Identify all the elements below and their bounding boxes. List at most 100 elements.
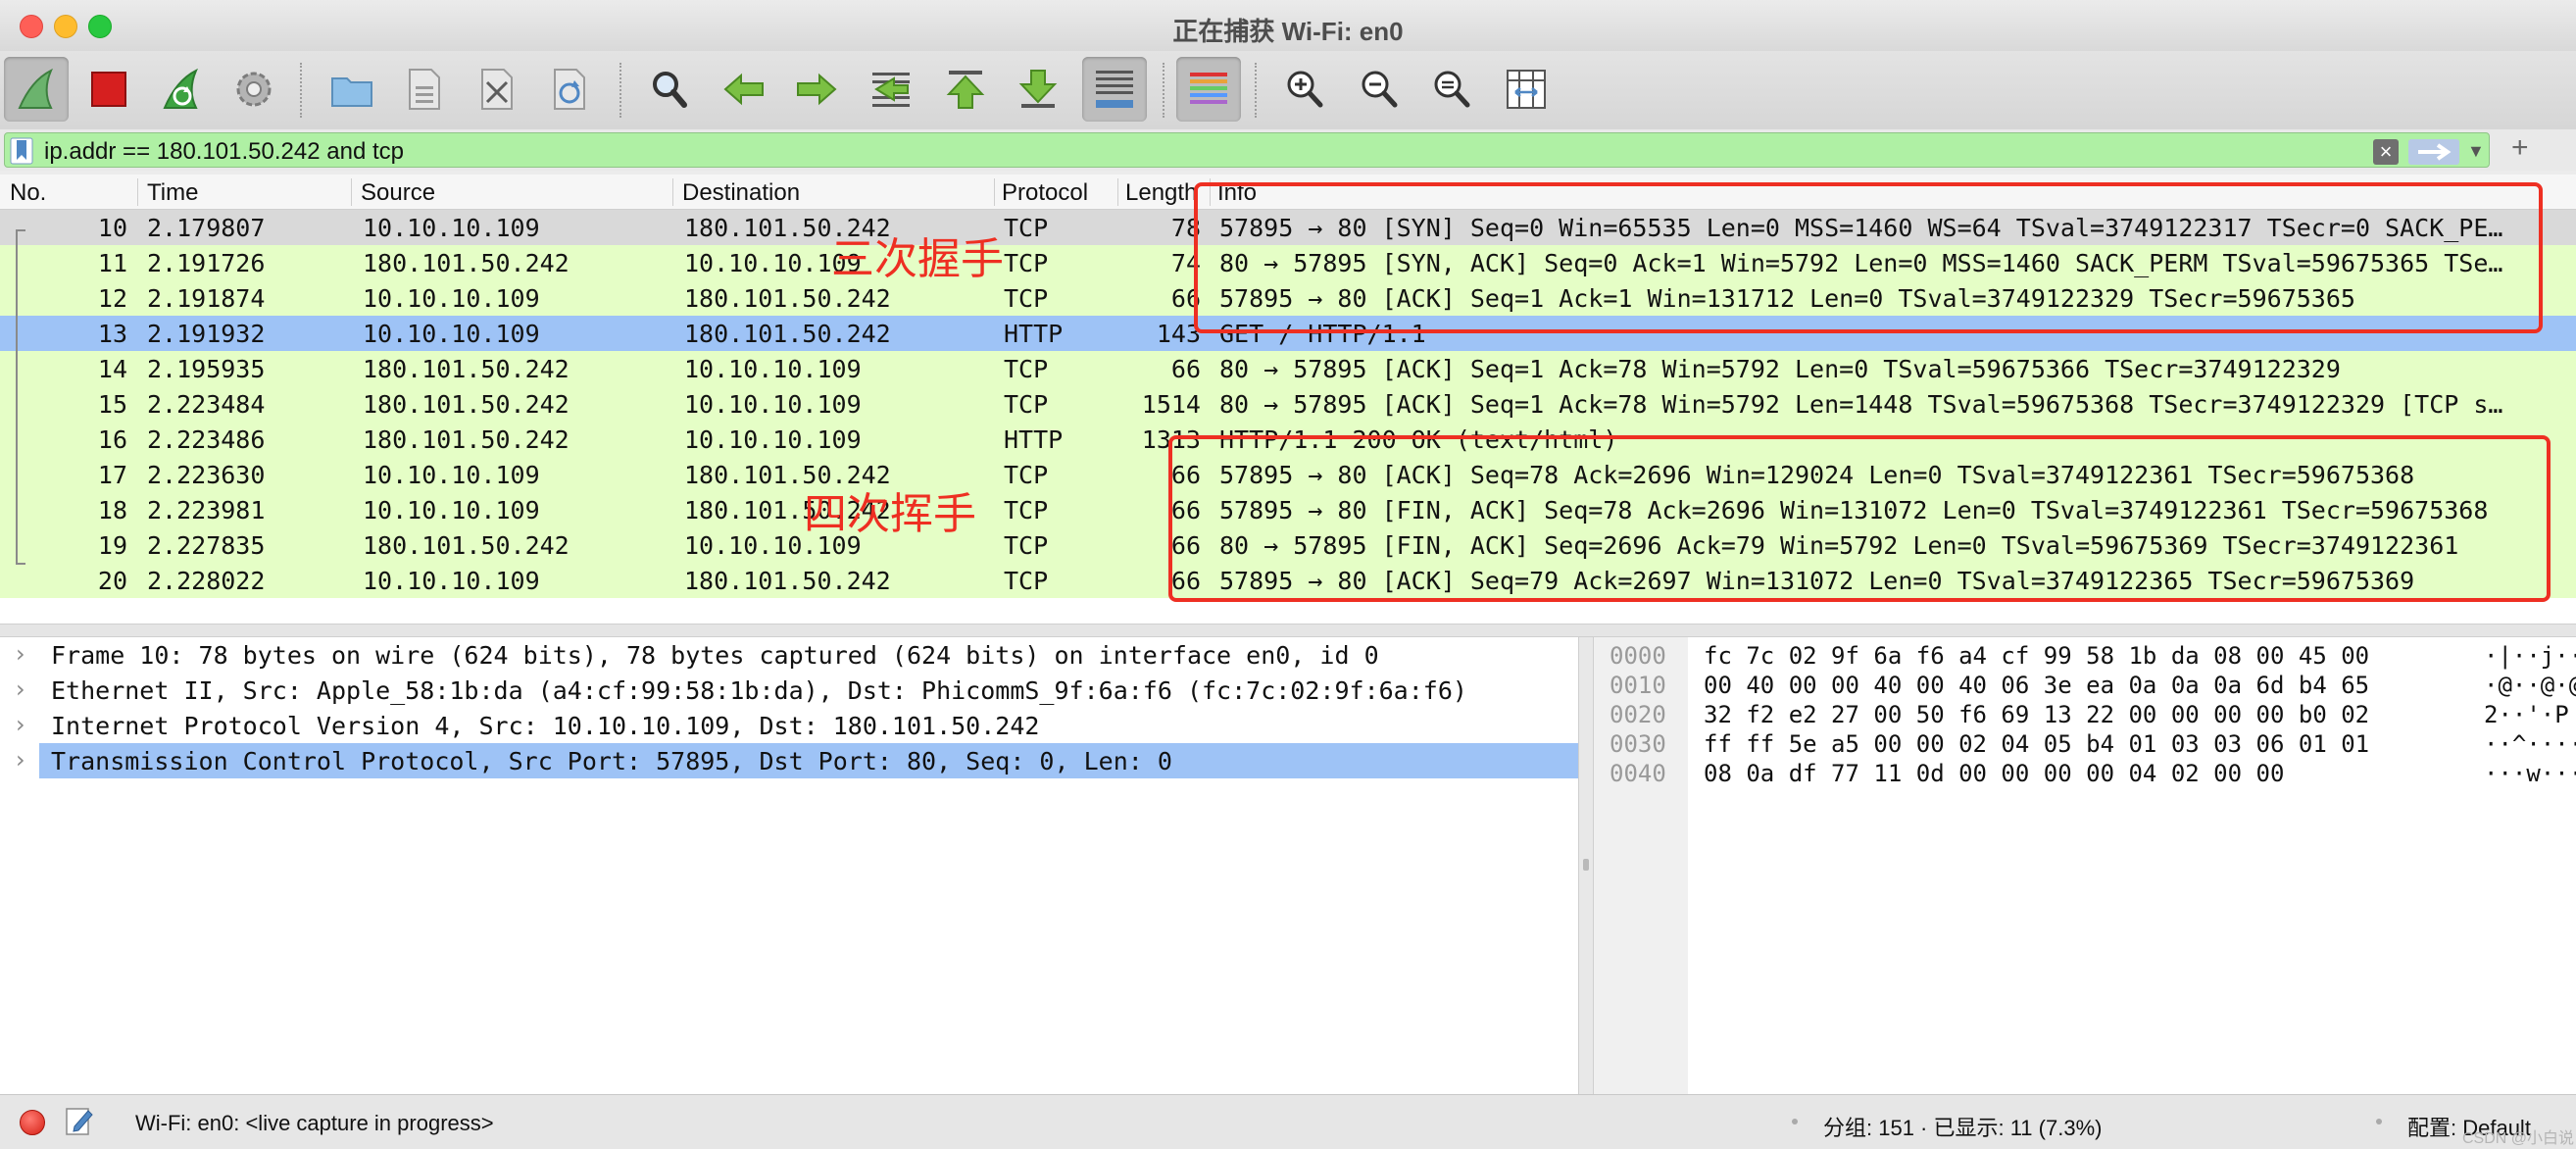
detail-text: Internet Protocol Version 4, Src: 10.10.… <box>51 712 1040 740</box>
hex-row[interactable]: 0030 ff ff 5e a5 00 00 02 04 05 b4 01 03 … <box>1594 729 2576 759</box>
normal-size-button[interactable] <box>1419 57 1484 122</box>
find-packet-button[interactable] <box>637 57 702 122</box>
cell-len: 1514 <box>1141 390 1201 419</box>
stop-capture-button[interactable] <box>76 57 141 122</box>
column-divider[interactable] <box>351 178 352 206</box>
pane-splitter[interactable] <box>0 624 2576 637</box>
detail-row-ethernet[interactable]: › Ethernet II, Src: Apple_58:1b:da (a4:c… <box>0 673 1578 708</box>
capture-status-icon[interactable] <box>20 1110 45 1135</box>
hex-off: 0000 <box>1610 642 1666 670</box>
splitter-handle[interactable] <box>1583 859 1589 871</box>
capture-options-icon <box>236 72 272 107</box>
hex-bytes: 08 0a df 77 11 0d 00 00 00 00 04 02 00 0… <box>1704 760 2285 787</box>
detail-row-tcp[interactable]: › Transmission Control Protocol, Src Por… <box>16 743 1578 778</box>
column-header-time[interactable]: Time <box>147 179 198 207</box>
window-title: 正在捕获 Wi-Fi: en0 <box>1172 17 1404 46</box>
teardown-highlight-box <box>1168 435 2551 602</box>
apply-filter-icon[interactable] <box>2408 139 2459 165</box>
colorize-button[interactable] <box>1176 57 1241 122</box>
cell-len: 143 <box>1156 320 1201 348</box>
packet-row[interactable]: 14 2.195935 180.101.50.242 10.10.10.109 TCP 6… <box>0 351 2576 386</box>
expand-arrow-icon[interactable]: › <box>16 675 25 703</box>
go-to-packet-icon <box>872 73 910 107</box>
zoom-in-button[interactable] <box>1272 57 1337 122</box>
column-divider[interactable] <box>1117 178 1118 206</box>
expand-arrow-icon[interactable]: › <box>16 746 25 774</box>
autoscroll-button[interactable] <box>1082 57 1147 122</box>
go-forward-button[interactable] <box>784 57 849 122</box>
last-packet-icon <box>1018 70 1058 108</box>
save-file-button[interactable] <box>392 57 457 122</box>
cell-len: 74 <box>1170 249 1201 277</box>
save-file-icon <box>409 69 440 110</box>
restart-capture-icon <box>163 68 198 109</box>
column-header-protocol[interactable]: Protocol <box>1002 179 1088 207</box>
column-header-length[interactable]: Length <box>1125 179 1204 207</box>
add-filter-button-icon[interactable]: + <box>2511 131 2529 165</box>
status-grip <box>1792 1119 1798 1124</box>
hex-ascii: ·@··@·@· <box>2484 672 2576 699</box>
handshake-highlight-box <box>1194 182 2543 333</box>
normal-size-icon <box>1434 71 1470 108</box>
go-to-packet-button[interactable] <box>859 57 923 122</box>
hex-off: 0010 <box>1610 672 1666 699</box>
go-back-button[interactable] <box>712 57 776 122</box>
cell-len: 66 <box>1170 531 1201 560</box>
zoom-in-icon <box>1287 71 1323 108</box>
detail-text: Frame 10: 78 bytes on wire (624 bits), 7… <box>51 641 1379 670</box>
hex-row[interactable]: 0040 08 0a df 77 11 0d 00 00 00 00 04 02 … <box>1594 759 2576 788</box>
zoom-out-button[interactable] <box>1347 57 1412 122</box>
cell-len: 1313 <box>1141 425 1201 454</box>
detail-row-frame[interactable]: › Frame 10: 78 bytes on wire (624 bits),… <box>0 637 1578 673</box>
close-file-button[interactable] <box>465 57 529 122</box>
reload-file-button[interactable] <box>537 57 602 122</box>
status-grip <box>2376 1119 2382 1124</box>
column-header-no[interactable]: No. <box>10 179 46 207</box>
column-divider[interactable] <box>672 178 673 206</box>
vertical-splitter[interactable] <box>1578 637 1594 1094</box>
toolbar-separator <box>619 63 621 118</box>
hex-row[interactable]: 0020 32 f2 e2 27 00 50 f6 69 13 22 00 00 … <box>1594 700 2576 729</box>
packet-row[interactable]: 15 2.223484 180.101.50.242 10.10.10.109 TCP 1… <box>0 386 2576 422</box>
go-back-icon <box>723 73 764 106</box>
column-header-source[interactable]: Source <box>361 179 435 207</box>
resize-columns-button[interactable] <box>1494 57 1559 122</box>
hex-bytes: fc 7c 02 9f 6a f6 a4 cf 99 58 1b da 08 0… <box>1704 642 2370 670</box>
bookmark-icon[interactable] <box>9 136 34 166</box>
filter-expression: ip.addr == 180.101.50.242 and tcp <box>44 138 404 165</box>
detail-row-ipv4[interactable]: › Internet Protocol Version 4, Src: 10.1… <box>0 708 1578 743</box>
column-header-destination[interactable]: Destination <box>682 179 800 207</box>
cell-len: 66 <box>1170 567 1201 595</box>
edit-comment-icon[interactable] <box>65 1105 94 1136</box>
hex-row[interactable]: 0000 fc 7c 02 9f 6a f6 a4 cf 99 58 1b da … <box>1594 641 2576 671</box>
packet-count-status: 分组: 151 · 已显示: 11 (7.3%) <box>1823 1116 2103 1140</box>
column-divider[interactable] <box>994 178 995 206</box>
capture-interface-status: Wi-Fi: en0: <live capture in progress> <box>135 1111 494 1135</box>
capture-options-button[interactable] <box>222 57 286 122</box>
hex-off: 0020 <box>1610 701 1666 728</box>
zoom-out-icon <box>1362 71 1398 108</box>
packet-bytes-pane: 0000 fc 7c 02 9f 6a f6 a4 cf 99 58 1b da … <box>1594 637 2576 1094</box>
hex-row[interactable]: 0010 00 40 00 00 40 00 40 06 3e ea 0a 0a … <box>1594 671 2576 700</box>
last-packet-button[interactable] <box>1006 57 1070 122</box>
expand-arrow-icon[interactable]: › <box>16 711 25 738</box>
restart-capture-button[interactable] <box>149 57 214 122</box>
cell-info: 80 → 57895 [ACK] Seq=1 Ack=78 Win=5792 L… <box>1219 355 2341 383</box>
column-divider[interactable] <box>137 178 138 206</box>
toolbar-separator <box>1163 63 1164 118</box>
filter-history-dropdown-icon[interactable]: ▼ <box>2467 141 2485 162</box>
watermark: CSDN @小白说编程 <box>2462 1130 2575 1147</box>
detail-text: Transmission Control Protocol, Src Port:… <box>51 747 1172 775</box>
hex-ascii: ···w···· <box>2484 760 2576 787</box>
start-capture-button[interactable] <box>4 57 69 122</box>
clear-filter-icon[interactable]: × <box>2373 139 2399 165</box>
close-file-icon <box>481 69 513 110</box>
display-filter-input[interactable]: ip.addr == 180.101.50.242 and tcp × ▼ <box>4 132 2490 168</box>
go-forward-icon <box>797 73 837 106</box>
hex-bytes: 32 f2 e2 27 00 50 f6 69 13 22 00 00 00 0… <box>1704 701 2370 728</box>
first-packet-button[interactable] <box>933 57 998 122</box>
first-packet-icon <box>946 71 985 109</box>
expand-arrow-icon[interactable]: › <box>16 640 25 668</box>
open-file-button[interactable] <box>320 57 384 122</box>
hex-bytes: 00 40 00 00 40 00 40 06 3e ea 0a 0a 0a 6… <box>1704 672 2370 699</box>
